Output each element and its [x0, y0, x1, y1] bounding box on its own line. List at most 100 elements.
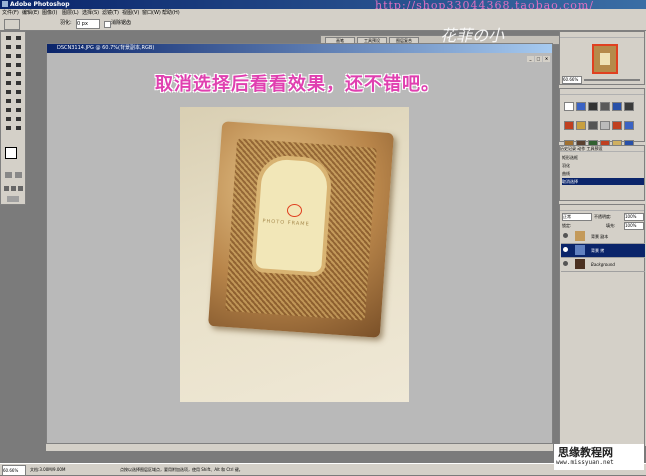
site-url: www.missyuan.net: [556, 459, 614, 466]
layers-palette: 正常 不透明度: 100% 锁定: 填充: 100% 背景 副本 背景 拷 Ba…: [559, 204, 645, 446]
pen-tool-icon[interactable]: [4, 107, 13, 114]
opacity-label: 不透明度:: [594, 214, 612, 219]
move-tool-icon[interactable]: [14, 35, 23, 42]
layer-name: 背景 副本: [591, 234, 609, 239]
style-blue[interactable]: [576, 102, 586, 111]
palettes-column: 60.66% 历史记录 动作 工具预设 矩形选框 羽化 曲线 取消选择 正常 不…: [559, 31, 646, 446]
maximize-icon[interactable]: □: [535, 56, 542, 62]
eye-icon[interactable]: [563, 261, 568, 266]
minimize-icon[interactable]: _: [527, 56, 534, 62]
slice-tool-icon[interactable]: [14, 53, 23, 60]
app-title: Adobe Photoshop: [10, 1, 70, 8]
quickmask-mode-icon[interactable]: [15, 172, 22, 178]
shape-tool-icon[interactable]: [14, 107, 23, 114]
navigator-zoom-slider[interactable]: [584, 79, 640, 81]
menu-edit[interactable]: 编辑(E): [22, 9, 39, 17]
status-hint: 点按以选择图层区域点，要用附加选项，使用 Shift、Alt 和 Ctrl 键。: [120, 467, 243, 472]
jump-to-imageready-icon[interactable]: [7, 196, 19, 202]
eye-icon[interactable]: [563, 247, 568, 252]
eyedropper-icon[interactable]: [14, 116, 23, 123]
style-red2[interactable]: [612, 121, 622, 130]
styles-palette: [559, 88, 645, 149]
eye-icon[interactable]: [563, 233, 568, 238]
menu-bar: 文件(F) 编辑(E) 图像(I) 图层(L) 选择(S) 滤镜(T) 视图(V…: [0, 9, 646, 17]
close-icon[interactable]: ×: [543, 56, 550, 62]
screen-mode-full-menu-icon[interactable]: [11, 186, 16, 191]
layers-header: [560, 205, 644, 211]
layer-row[interactable]: 背景 副本: [561, 230, 645, 244]
antialias-label: 消除锯齿: [111, 20, 132, 26]
standard-mode-icon[interactable]: [5, 172, 12, 178]
frame-text: PHOTO FRAME: [262, 218, 310, 228]
feather-label: 羽化:: [60, 20, 72, 26]
path-select-icon[interactable]: [4, 98, 13, 105]
document-title-bar: DSCN3114.JPG @ 60.7%(背景副本,RGB) _ □ ×: [47, 44, 552, 62]
layer-thumbnail: [575, 231, 585, 241]
menu-filter[interactable]: 滤镜(T): [102, 9, 119, 17]
marquee-preset-icon[interactable]: [4, 19, 20, 30]
style-gold[interactable]: [576, 121, 586, 130]
history-palette: 历史记录 动作 工具预设 矩形选框 羽化 曲线 取消选择: [559, 145, 645, 201]
gradient-tool-icon[interactable]: [14, 80, 23, 87]
layer-name: 背景 拷: [591, 248, 605, 253]
healing-tool-icon[interactable]: [4, 62, 13, 69]
history-step-2[interactable]: 羽化: [562, 162, 644, 169]
status-zoom[interactable]: 60.66%: [2, 465, 26, 476]
layer-row[interactable]: 背景 拷: [561, 244, 645, 258]
style-dark2[interactable]: [624, 102, 634, 111]
navigator-thumbnail[interactable]: [592, 44, 618, 74]
crop-tool-icon[interactable]: [4, 53, 13, 60]
opacity-input[interactable]: 100%: [624, 213, 644, 221]
history-brush-icon[interactable]: [14, 71, 23, 78]
stamp-tool-icon[interactable]: [4, 71, 13, 78]
status-bar: 60.66% 文档:3.00M/9.00M 点按以选择图层区域点，要用附加选项，…: [0, 463, 646, 476]
fill-label: 填充:: [606, 223, 616, 228]
notes-tool-icon[interactable]: [4, 116, 13, 123]
style-none[interactable]: [564, 102, 574, 111]
type-tool-icon[interactable]: [14, 98, 23, 105]
style-silver[interactable]: [600, 121, 610, 130]
layer-row[interactable]: Background: [561, 258, 645, 272]
document-scrollbar[interactable]: [46, 443, 553, 451]
lock-label: 锁定:: [562, 223, 572, 228]
blur-tool-icon[interactable]: [4, 89, 13, 96]
menu-file[interactable]: 文件(F): [2, 9, 19, 17]
foreground-color-swatch[interactable]: [5, 147, 17, 159]
marquee-tool-icon[interactable]: [4, 35, 13, 42]
menu-help[interactable]: 帮助(H): [162, 9, 180, 17]
fill-input[interactable]: 100%: [624, 222, 644, 230]
brush-tool-icon[interactable]: [14, 62, 23, 69]
style-red[interactable]: [564, 121, 574, 130]
feather-input[interactable]: 0 px: [76, 19, 100, 29]
dodge-tool-icon[interactable]: [14, 89, 23, 96]
history-step-1[interactable]: 矩形选框: [562, 154, 644, 161]
screen-mode-standard-icon[interactable]: [4, 186, 9, 191]
antialias-checkbox[interactable]: [104, 21, 111, 28]
history-step-4[interactable]: 取消选择: [562, 178, 644, 185]
menu-select[interactable]: 选择(S): [82, 9, 99, 17]
menu-window[interactable]: 窗口(W): [142, 9, 161, 17]
style-gray[interactable]: [600, 102, 610, 111]
status-doc-size: 文档:3.00M/9.00M: [30, 467, 66, 472]
style-blue3[interactable]: [624, 121, 634, 130]
site-watermark: 思缘教程网 www.missyuan.net: [554, 444, 644, 470]
lasso-tool-icon[interactable]: [4, 44, 13, 51]
style-gray2[interactable]: [588, 121, 598, 130]
toolbox: [0, 31, 26, 205]
menu-image[interactable]: 图像(I): [42, 9, 57, 17]
eraser-tool-icon[interactable]: [4, 80, 13, 87]
navigator-zoom[interactable]: 60.66%: [562, 76, 582, 84]
blend-mode-select[interactable]: 正常: [562, 213, 592, 221]
zoom-tool-icon[interactable]: [14, 125, 23, 132]
style-blue2[interactable]: [612, 102, 622, 111]
magic-wand-icon[interactable]: [14, 44, 23, 51]
document-title: DSCN3114.JPG @ 60.7%(背景副本,RGB): [57, 45, 155, 51]
hand-tool-icon[interactable]: [4, 125, 13, 132]
history-step-3[interactable]: 曲线: [562, 170, 644, 177]
options-bar: 羽化: 0 px 消除锯齿 画笔 工具预设 图层复合: [0, 17, 646, 45]
screen-mode-full-icon[interactable]: [18, 186, 23, 191]
menu-view[interactable]: 视图(V): [122, 9, 139, 17]
history-tabs[interactable]: 历史记录 动作 工具预设: [560, 146, 644, 152]
menu-layer[interactable]: 图层(L): [62, 9, 79, 17]
style-dark[interactable]: [588, 102, 598, 111]
